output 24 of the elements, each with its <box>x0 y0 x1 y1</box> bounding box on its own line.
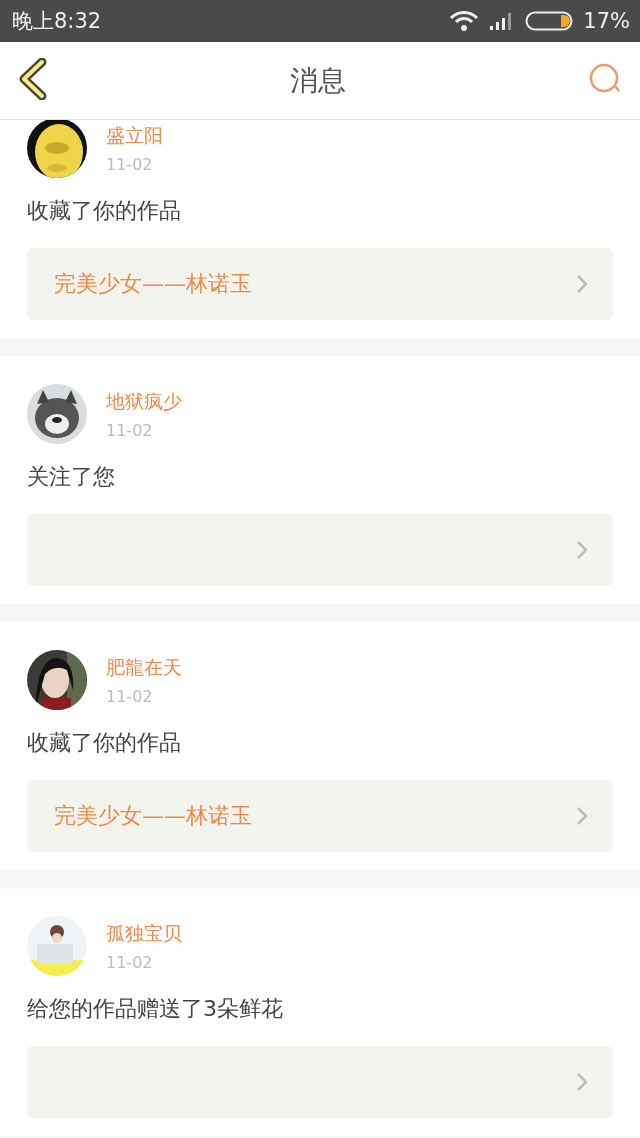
battery-percent: 17% <box>583 9 630 33</box>
battery-icon <box>525 11 574 31</box>
wifi-icon <box>449 10 480 32</box>
message-date: 11-02 <box>106 420 154 440</box>
message-date: 11-02 <box>106 154 154 174</box>
chevron-right-icon <box>575 805 589 827</box>
back-button[interactable] <box>18 58 48 103</box>
chevron-right-icon <box>575 273 589 295</box>
message-text: 给您的作品赠送了3朵鲜花 <box>27 995 284 1023</box>
chevron-right-icon <box>575 1071 589 1093</box>
work-link[interactable]: 完美少女——林诺玉 <box>27 780 613 852</box>
user-name[interactable]: 孤独宝贝 <box>106 920 182 947</box>
user-name[interactable]: 地狱疯少 <box>106 388 182 415</box>
work-link[interactable]: 完美少女——林诺玉 <box>27 248 613 320</box>
message-date: 11-02 <box>106 952 154 972</box>
user-name[interactable]: 盛立阳 <box>106 122 163 149</box>
message-date: 11-02 <box>106 686 154 706</box>
chevron-right-icon <box>575 539 589 561</box>
user-name[interactable]: 肥龍在天 <box>106 654 182 681</box>
message-text: 关注了您 <box>27 463 116 491</box>
clock-time: 晚上8:32 <box>12 8 102 35</box>
message-text: 收藏了你的作品 <box>27 197 182 225</box>
page-title: 消息 <box>290 62 346 99</box>
message-text: 收藏了你的作品 <box>27 729 182 757</box>
